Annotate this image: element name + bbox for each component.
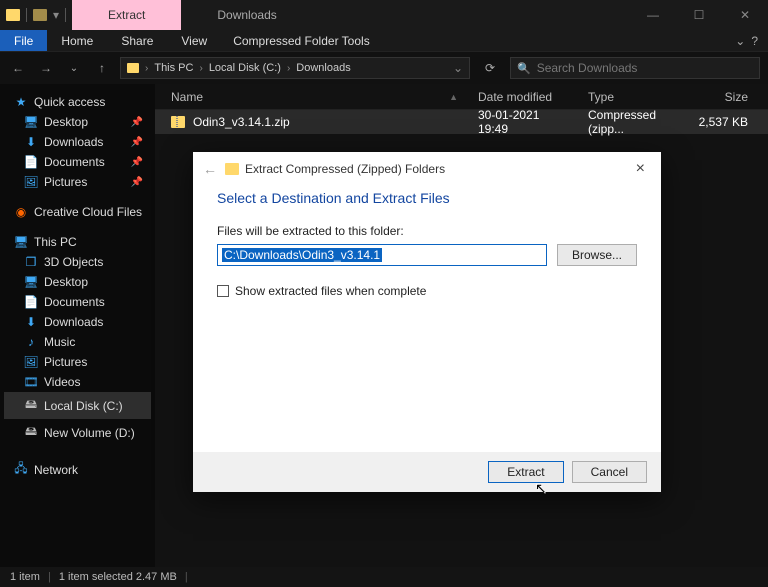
nav-up-icon[interactable]: ↑ <box>92 61 112 75</box>
ribbon-expand-icon[interactable]: ⌄ ? <box>725 30 768 51</box>
sidebar-item-videos[interactable]: 🎞Videos <box>4 372 151 392</box>
sort-indicator-icon: ▲ <box>449 92 458 102</box>
pictures-icon: 🖼 <box>24 175 38 189</box>
drive-icon: 🖴 <box>24 395 38 416</box>
navigation-pane[interactable]: ★Quick access 🖥Desktop📌 ⬇Downloads📌 📄Doc… <box>0 84 155 567</box>
download-icon: ⬇ <box>24 315 38 329</box>
checkbox-label: Show extracted files when complete <box>235 284 426 298</box>
browse-button[interactable]: Browse... <box>557 244 637 266</box>
video-icon: 🎞 <box>24 375 38 389</box>
download-icon: ⬇ <box>24 135 38 149</box>
pin-icon: 📌 <box>131 137 143 148</box>
column-header-date[interactable]: Date modified <box>468 90 578 104</box>
sidebar-item-local-disk-c[interactable]: 🖴Local Disk (C:) <box>4 392 151 419</box>
music-icon: ♪ <box>24 335 38 349</box>
pictures-icon: 🖼 <box>24 355 38 369</box>
crumb[interactable]: Downloads <box>296 62 350 74</box>
dialog-title: Extract Compressed (Zipped) Folders <box>245 162 445 176</box>
qat-icon[interactable] <box>33 9 47 21</box>
checkbox-icon <box>217 285 229 297</box>
sidebar-item-documents2[interactable]: 📄Documents <box>4 292 151 312</box>
crumb[interactable]: This PC <box>154 62 193 74</box>
sidebar-item-pictures[interactable]: 🖼Pictures📌 <box>4 172 151 192</box>
file-type: Compressed (zipp... <box>578 108 678 136</box>
folder-icon <box>127 63 139 73</box>
maximize-button[interactable]: ☐ <box>676 0 722 30</box>
document-icon: 📄 <box>24 295 38 309</box>
creative-cloud-icon: ◉ <box>14 205 28 219</box>
contextual-tab-extract[interactable]: Extract <box>72 0 181 30</box>
app-icon <box>6 9 20 21</box>
show-extracted-checkbox[interactable]: Show extracted files when complete <box>217 284 637 298</box>
extract-dialog: ← Extract Compressed (Zipped) Folders × … <box>193 152 661 492</box>
minimize-button[interactable]: — <box>630 0 676 30</box>
desktop-icon: 🖥 <box>24 115 38 129</box>
window-title: Downloads <box>181 0 312 30</box>
crumb[interactable]: Local Disk (C:) <box>209 62 281 74</box>
dialog-path-label: Files will be extracted to this folder: <box>217 224 637 238</box>
ribbon-share[interactable]: Share <box>107 30 167 51</box>
zip-icon <box>171 116 185 128</box>
ribbon-file[interactable]: File <box>0 30 47 51</box>
cube-icon: ❒ <box>24 255 38 269</box>
file-date: 30-01-2021 19:49 <box>468 108 578 136</box>
sidebar-network[interactable]: 🖧Network <box>4 456 151 483</box>
dialog-close-button[interactable]: × <box>630 160 651 178</box>
status-count: 1 item <box>10 571 40 583</box>
sidebar-item-desktop2[interactable]: 🖥Desktop <box>4 272 151 292</box>
close-button[interactable]: ✕ <box>722 0 768 30</box>
sidebar-item-3d[interactable]: ❒3D Objects <box>4 252 151 272</box>
nav-recent-icon[interactable]: ⌄ <box>64 63 84 74</box>
extract-path-input[interactable]: C:\Downloads\Odin3_v3.14.1 <box>217 244 547 266</box>
sidebar-item-downloads2[interactable]: ⬇Downloads <box>4 312 151 332</box>
extract-button[interactable]: Extract <box>488 461 563 483</box>
search-placeholder: Search Downloads <box>537 61 638 75</box>
star-icon: ★ <box>14 95 28 109</box>
search-icon: 🔍 <box>517 62 531 75</box>
sidebar-item-pictures2[interactable]: 🖼Pictures <box>4 352 151 372</box>
cancel-button[interactable]: Cancel <box>572 461 647 483</box>
status-selected: 1 item selected 2.47 MB <box>59 571 177 583</box>
nav-forward-icon[interactable]: → <box>36 61 56 75</box>
document-icon: 📄 <box>24 155 38 169</box>
sidebar-quick-access[interactable]: ★Quick access <box>4 92 151 112</box>
dialog-heading: Select a Destination and Extract Files <box>217 190 637 206</box>
sidebar-item-new-volume-d[interactable]: 🖴New Volume (D:) <box>4 419 151 446</box>
pin-icon: 📌 <box>131 157 143 168</box>
file-size: 2,537 KB <box>678 115 768 129</box>
nav-back-icon[interactable]: ← <box>8 61 28 75</box>
sidebar-this-pc[interactable]: 🖥This PC <box>4 232 151 252</box>
ribbon-tools[interactable]: Compressed Folder Tools <box>221 30 382 51</box>
column-header-name[interactable]: Name▲ <box>155 90 468 104</box>
addr-dropdown-icon[interactable]: ⌄ <box>453 61 463 75</box>
column-header-type[interactable]: Type <box>578 90 678 104</box>
pin-icon: 📌 <box>131 117 143 128</box>
sidebar-creative-cloud[interactable]: ◉Creative Cloud Files <box>4 202 151 222</box>
sidebar-item-desktop[interactable]: 🖥Desktop📌 <box>4 112 151 132</box>
column-header-size[interactable]: Size <box>678 90 768 104</box>
file-row[interactable]: Odin3_v3.14.1.zip 30-01-2021 19:49 Compr… <box>155 110 768 134</box>
status-bar: 1 item | 1 item selected 2.47 MB | <box>0 567 768 587</box>
refresh-icon[interactable]: ⟳ <box>478 61 502 75</box>
sidebar-item-downloads[interactable]: ⬇Downloads📌 <box>4 132 151 152</box>
sidebar-item-music[interactable]: ♪Music <box>4 332 151 352</box>
search-input[interactable]: 🔍 Search Downloads <box>510 57 760 79</box>
drive-icon: 🖴 <box>24 422 38 443</box>
desktop-icon: 🖥 <box>24 275 38 289</box>
file-name: Odin3_v3.14.1.zip <box>193 115 290 129</box>
ribbon-home[interactable]: Home <box>47 30 107 51</box>
ribbon-view[interactable]: View <box>167 30 221 51</box>
address-bar[interactable]: › This PC › Local Disk (C:) › Downloads … <box>120 57 470 79</box>
pin-icon: 📌 <box>131 177 143 188</box>
sidebar-item-documents[interactable]: 📄Documents📌 <box>4 152 151 172</box>
zip-icon <box>225 163 239 175</box>
pc-icon: 🖥 <box>14 235 28 249</box>
network-icon: 🖧 <box>14 459 28 480</box>
dialog-back-icon[interactable]: ← <box>203 161 217 177</box>
